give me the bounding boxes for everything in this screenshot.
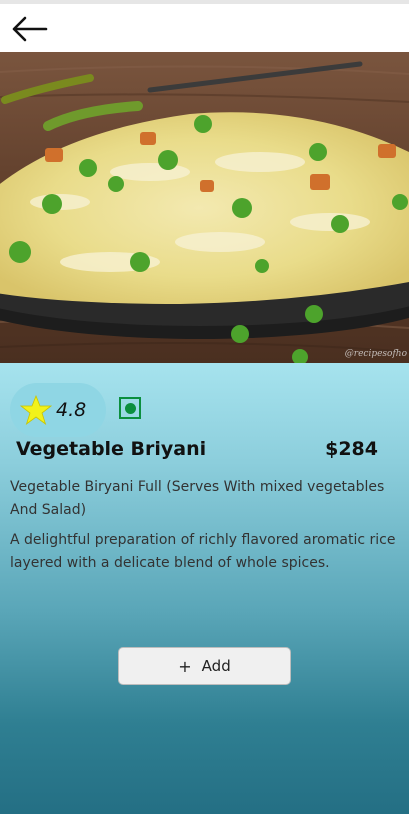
plus-icon: + [178, 656, 192, 676]
rating-value: 4.8 [56, 399, 87, 421]
product-description: A delightful preparation of richly flavo… [10, 532, 396, 571]
rating-badge: 4.8 [10, 383, 106, 437]
add-button-label: Add [201, 657, 231, 675]
top-app-bar [0, 4, 409, 52]
add-to-cart-button[interactable]: + Add [118, 647, 291, 685]
image-watermark: @recipesofho [344, 349, 407, 359]
veg-indicator-icon [119, 397, 141, 419]
food-image: @recipesofho [0, 52, 409, 363]
star-icon [20, 395, 52, 425]
product-title: Vegetable Briyani [16, 438, 207, 460]
veg-dot [124, 402, 136, 414]
product-price: $284 [325, 438, 378, 460]
back-button[interactable] [8, 12, 50, 46]
product-subtitle: Vegetable Biryani Full (Serves With mixe… [10, 479, 385, 518]
arrow-left-icon [12, 16, 48, 42]
product-details-panel: 4.8 Vegetable Briyani $284 Vegetable Bir… [0, 363, 409, 814]
